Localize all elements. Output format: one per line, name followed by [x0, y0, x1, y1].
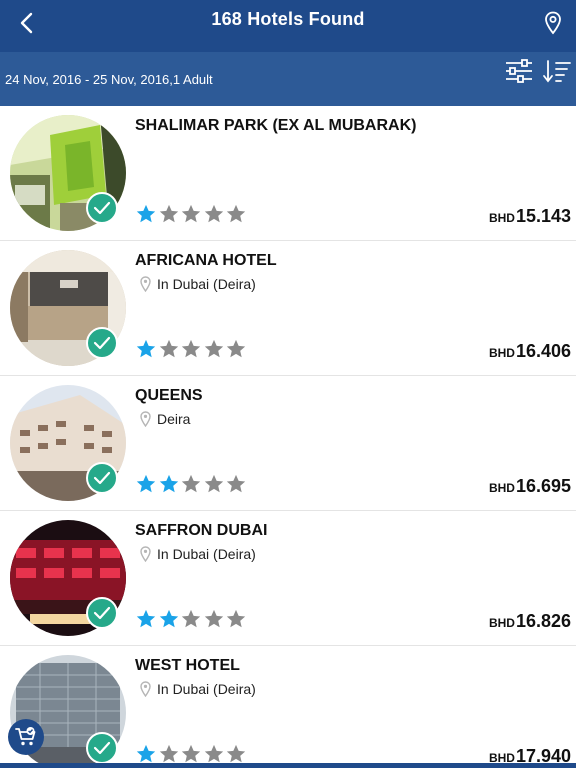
filter-sliders-icon	[506, 59, 532, 83]
star-empty-icon	[204, 744, 223, 763]
hotel-row[interactable]: AFRICANA HOTEL In Dubai (Deira) BHD16.40…	[0, 241, 576, 376]
hotel-name: QUEENS	[135, 387, 203, 404]
hotel-name: SHALIMAR PARK (EX AL MUBARAK)	[135, 117, 417, 134]
star-filled-icon	[136, 204, 156, 223]
location-pin-icon	[545, 11, 561, 35]
hotel-name: SAFFRON DUBAI	[135, 522, 268, 539]
star-filled-icon	[159, 609, 178, 628]
price-amount: 15.143	[515, 206, 571, 226]
star-empty-icon	[181, 744, 201, 763]
page-title: 168 Hotels Found	[211, 9, 365, 29]
selected-check-icon	[86, 192, 118, 224]
cart-icon	[15, 727, 36, 746]
location-pin-icon	[140, 546, 151, 562]
star-empty-icon	[226, 609, 246, 628]
location-pin-icon	[140, 681, 151, 697]
price-currency: BHD	[488, 346, 515, 360]
selected-check-icon	[86, 327, 118, 359]
filter-button[interactable]	[504, 58, 534, 84]
selected-check-icon	[86, 597, 118, 629]
star-filled-icon	[136, 744, 156, 763]
hotel-location-text: In Dubai (Deira)	[157, 276, 256, 292]
date-range-text: 24 Nov, 2016 - 25 Nov, 2016,1 Adult	[5, 72, 213, 87]
star-empty-icon	[226, 339, 246, 358]
star-empty-icon	[226, 744, 246, 763]
hotel-name: AFRICANA HOTEL	[135, 252, 277, 269]
price-currency: BHD	[488, 616, 515, 630]
hotel-price: BHD16.406	[489, 341, 571, 362]
selected-check-icon	[86, 462, 118, 494]
star-empty-icon	[181, 204, 201, 223]
star-empty-icon	[204, 474, 223, 493]
hotel-location-text: In Dubai (Deira)	[157, 681, 256, 697]
star-empty-icon	[181, 609, 201, 628]
bottom-edge	[0, 763, 576, 768]
star-empty-icon	[226, 474, 246, 493]
hotel-price: BHD16.826	[489, 611, 571, 632]
star-empty-icon	[226, 204, 246, 223]
sort-button[interactable]	[542, 58, 572, 84]
star-rating	[135, 608, 248, 630]
location-pin-icon	[140, 276, 151, 292]
hotel-row[interactable]: WEST HOTEL In Dubai (Deira) BHD17.940	[0, 646, 576, 768]
star-empty-icon	[181, 474, 201, 493]
price-amount: 16.695	[515, 476, 571, 496]
sort-icon	[543, 60, 571, 83]
hotel-location-text: Deira	[157, 411, 191, 427]
hotel-row[interactable]: SAFFRON DUBAI In Dubai (Deira) BHD16.826	[0, 511, 576, 646]
map-button[interactable]	[538, 8, 568, 38]
hotel-location-text: In Dubai (Deira)	[157, 546, 256, 562]
star-empty-icon	[204, 609, 223, 628]
price-amount: 16.406	[515, 341, 571, 361]
star-rating	[135, 203, 248, 225]
search-summary-bar: 24 Nov, 2016 - 25 Nov, 2016,1 Adult	[0, 52, 576, 106]
star-empty-icon	[159, 744, 178, 763]
hotel-location: In Dubai (Deira)	[140, 546, 256, 562]
hotel-row[interactable]: QUEENS Deira BHD16.695	[0, 376, 576, 511]
star-filled-icon	[136, 609, 156, 628]
hotel-location: Deira	[140, 411, 190, 427]
star-empty-icon	[204, 204, 223, 223]
star-empty-icon	[159, 339, 178, 358]
hotel-location: In Dubai (Deira)	[140, 681, 256, 697]
price-currency: BHD	[488, 481, 515, 495]
hotel-row[interactable]: SHALIMAR PARK (EX AL MUBARAK) BHD15.143	[0, 106, 576, 241]
star-filled-icon	[159, 474, 178, 493]
star-empty-icon	[204, 339, 223, 358]
star-rating	[135, 473, 248, 495]
top-bar: 168 Hotels Found	[0, 0, 576, 52]
price-amount: 16.826	[515, 611, 571, 631]
star-filled-icon	[136, 339, 156, 358]
hotel-price: BHD15.143	[489, 206, 571, 227]
star-filled-icon	[136, 474, 156, 493]
selected-check-icon	[86, 732, 118, 764]
star-empty-icon	[159, 204, 178, 223]
cart-button[interactable]	[8, 719, 44, 755]
star-rating	[135, 743, 248, 765]
price-currency: BHD	[488, 211, 515, 225]
hotel-name: WEST HOTEL	[135, 657, 240, 674]
star-rating	[135, 338, 248, 360]
hotel-price: BHD16.695	[489, 476, 571, 497]
star-empty-icon	[181, 339, 201, 358]
hotel-location: In Dubai (Deira)	[140, 276, 256, 292]
location-pin-icon	[140, 411, 151, 427]
